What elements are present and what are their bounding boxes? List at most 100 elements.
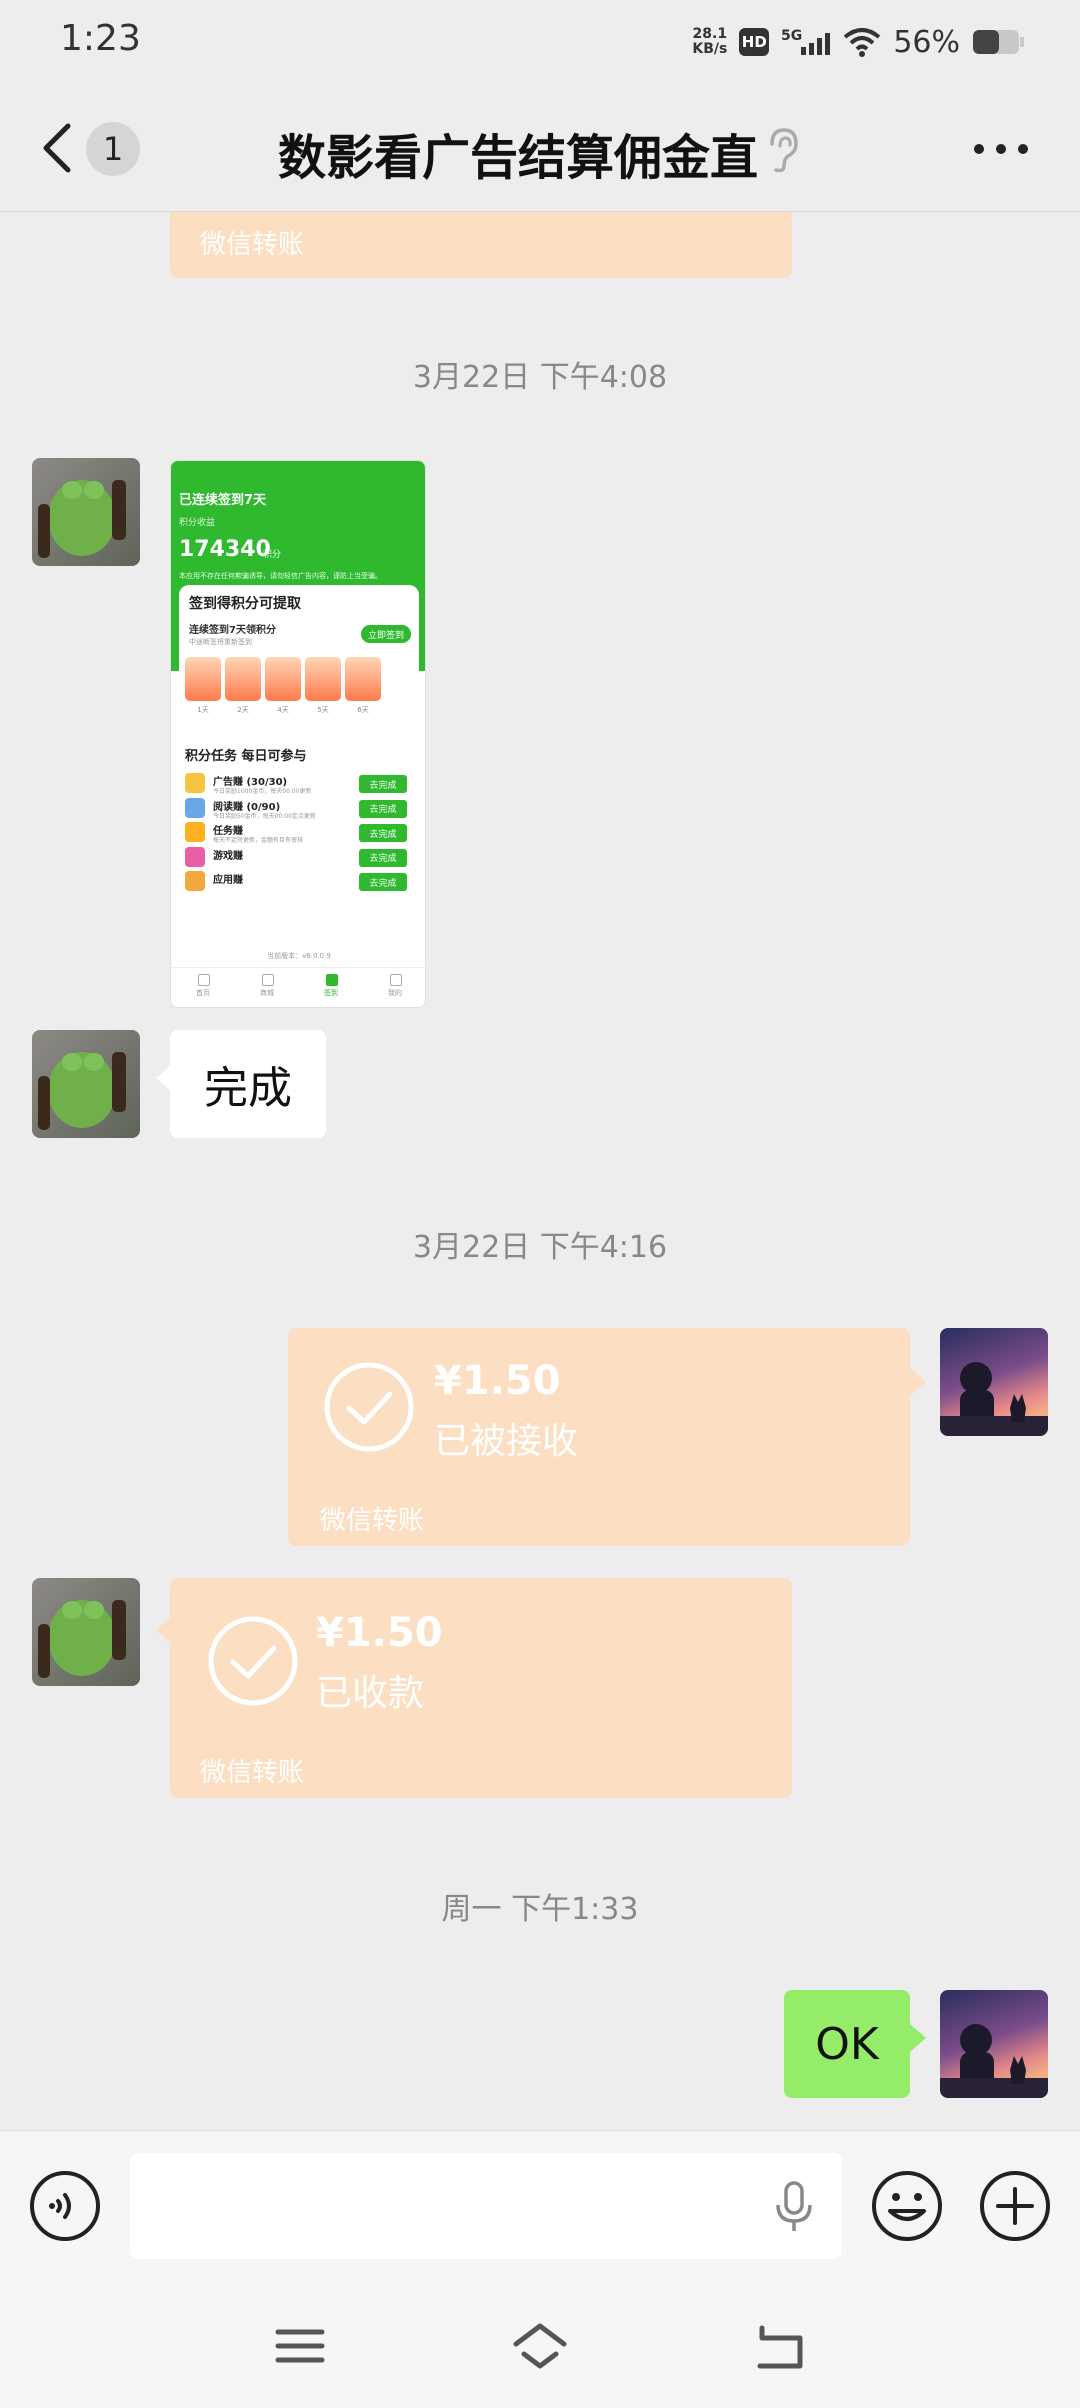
gift-box: 6天 <box>345 657 381 714</box>
avatar[interactable] <box>32 458 140 566</box>
signin-subtitle: 连续签到7天领积分 <box>189 625 276 636</box>
signin-card: 签到得积分可提取 连续签到7天领积分 中途断签将重新签到 立即签到 1天 2天 4天… <box>179 585 419 733</box>
task-row: 任务赚 每天不定时更新，金额有且有审核 去完成 <box>185 822 417 844</box>
plus-icon[interactable] <box>978 2169 1052 2243</box>
bubble-tail <box>910 1368 926 1396</box>
gift-box: 2天 <box>225 657 261 714</box>
chat-area[interactable]: 微信转账 3月22日 下午4:08 已连续签到7天 积分收益 174340 积分… <box>0 212 1080 2130</box>
bubble-tail <box>156 1064 172 1092</box>
home-icon[interactable] <box>512 2318 568 2374</box>
more-icon[interactable] <box>972 142 1030 156</box>
wifi-icon <box>844 28 881 57</box>
check-circle-icon <box>324 1362 414 1452</box>
transfer-card-partial[interactable]: 微信转账 <box>170 212 792 278</box>
emoji-icon[interactable] <box>870 2169 944 2243</box>
menu-icon[interactable] <box>272 2318 328 2374</box>
task-row: 广告赚 (30/30) 今日奖励1000金币，每天00:00更新 去完成 <box>185 773 417 795</box>
signin-button: 立即签到 <box>361 625 411 643</box>
gift-row: 1天 2天 4天 5天 6天 <box>185 657 381 714</box>
frog-avatar-icon <box>38 480 126 558</box>
streak-text: 已连续签到7天 <box>179 493 267 508</box>
points-unit: 积分 <box>263 550 282 560</box>
gift-box: 5天 <box>305 657 341 714</box>
tasks-title: 积分任务 每日可参与 <box>185 749 307 764</box>
voice-icon[interactable] <box>28 2169 102 2243</box>
transfer-status: 已被接收 <box>434 1421 579 1462</box>
anime-avatar-icon <box>940 2024 1048 2098</box>
app-nav-item: 签到 <box>324 968 338 1007</box>
transfer-amount: ¥1.50 <box>316 1610 443 1656</box>
task-button: 去完成 <box>359 873 407 891</box>
battery-percent: 56% <box>893 24 960 60</box>
chat-title: 数影看广告结算佣金直 <box>278 130 759 186</box>
transfer-card-received[interactable]: ¥1.50 已收款 微信转账 <box>170 1578 792 1798</box>
chat-header: 1 数影看广告结算佣金直 <box>0 82 1080 212</box>
transfer-footer: 微信转账 <box>200 1758 305 1788</box>
task-name: 游戏赚 <box>213 850 243 862</box>
status-time: 1:23 <box>60 18 141 59</box>
avatar[interactable] <box>940 1990 1048 2098</box>
gift-day-label: 5天 <box>317 706 329 714</box>
gift-day-label: 2天 <box>237 706 249 714</box>
task-icon <box>185 773 205 793</box>
system-nav-bar <box>0 2284 1080 2408</box>
task-desc: 今日奖励50金币，每天00:00定点更新 <box>213 812 316 820</box>
signin-hint: 中途断签将重新签到 <box>189 638 252 646</box>
gift-day-label: 6天 <box>357 706 369 714</box>
mic-icon[interactable] <box>772 2179 816 2235</box>
signin-title: 签到得积分可提取 <box>189 596 301 612</box>
net-speed: 28.1 KB/s <box>692 26 728 57</box>
unread-badge[interactable]: 1 <box>86 122 140 176</box>
gift-day-label: 1天 <box>197 706 209 714</box>
message-input[interactable] <box>130 2153 842 2259</box>
bubble-tail <box>910 2024 926 2052</box>
timestamp: 3月22日 下午4:08 <box>412 360 668 395</box>
timestamp: 3月22日 下午4:16 <box>412 1230 668 1265</box>
gift-box: 4天 <box>265 657 301 714</box>
check-circle-icon <box>208 1616 298 1706</box>
app-nav-item: 我的 <box>388 968 402 1007</box>
transfer-footer: 微信转账 <box>200 230 305 260</box>
status-icons: 28.1 KB/s HD 5G 56% <box>692 20 1024 64</box>
app-nav-item: 商城 <box>260 968 274 1007</box>
avatar[interactable] <box>32 1578 140 1686</box>
message-bubble[interactable]: OK <box>784 1990 910 2098</box>
ear-icon <box>770 128 798 173</box>
message-bubble[interactable]: 完成 <box>170 1030 326 1138</box>
return-icon[interactable] <box>752 2318 808 2374</box>
task-button: 去完成 <box>359 824 407 842</box>
task-row: 阅读赚 (0/90) 今日奖励50金币，每天00:00定点更新 去完成 <box>185 797 417 820</box>
task-row: 应用赚 去完成 <box>185 871 417 893</box>
gift-box: 1天 <box>185 657 221 714</box>
battery-icon <box>973 30 1024 54</box>
back-icon[interactable] <box>38 122 78 174</box>
task-row: 游戏赚 去完成 <box>185 846 417 869</box>
task-button: 去完成 <box>359 775 407 793</box>
transfer-footer: 微信转账 <box>320 1506 425 1536</box>
notice: 本应用不存在任何欺骗诱导，请勿轻信广告内容，谨防上当受骗。 <box>179 572 382 580</box>
status-bar: 1:23 28.1 KB/s HD 5G 56% <box>0 0 1080 82</box>
input-bar <box>0 2130 1080 2284</box>
transfer-amount: ¥1.50 <box>434 1358 561 1404</box>
points-value: 174340 <box>179 537 271 562</box>
frog-avatar-icon <box>38 1600 126 1678</box>
avatar[interactable] <box>940 1328 1048 1436</box>
task-desc: 每天不定时更新，金额有且有审核 <box>213 837 304 844</box>
version-text: 当前版本：v6.0.0.9 <box>267 952 331 960</box>
gift-day-label: 4天 <box>277 706 289 714</box>
task-button: 去完成 <box>359 799 407 818</box>
transfer-card-sent[interactable]: ¥1.50 已被接收 微信转账 <box>288 1328 910 1546</box>
frog-avatar-icon <box>38 1052 126 1130</box>
task-name: 应用赚 <box>213 875 243 886</box>
transfer-status: 已收款 <box>316 1673 425 1714</box>
task-icon <box>185 846 205 867</box>
anime-avatar-icon <box>940 1362 1048 1436</box>
avatar[interactable] <box>32 1030 140 1138</box>
task-icon <box>185 871 205 891</box>
points-label: 积分收益 <box>179 518 216 528</box>
task-button: 去完成 <box>359 848 407 867</box>
app-bottom-nav: 首页 商城 签到 我的 <box>171 967 425 1007</box>
signal-5g-icon: 5G <box>781 28 831 55</box>
image-message[interactable]: 已连续签到7天 积分收益 174340 积分 本应用不存在任何欺骗诱导，请勿轻信… <box>170 460 426 1008</box>
app-nav-item: 首页 <box>196 968 210 1007</box>
